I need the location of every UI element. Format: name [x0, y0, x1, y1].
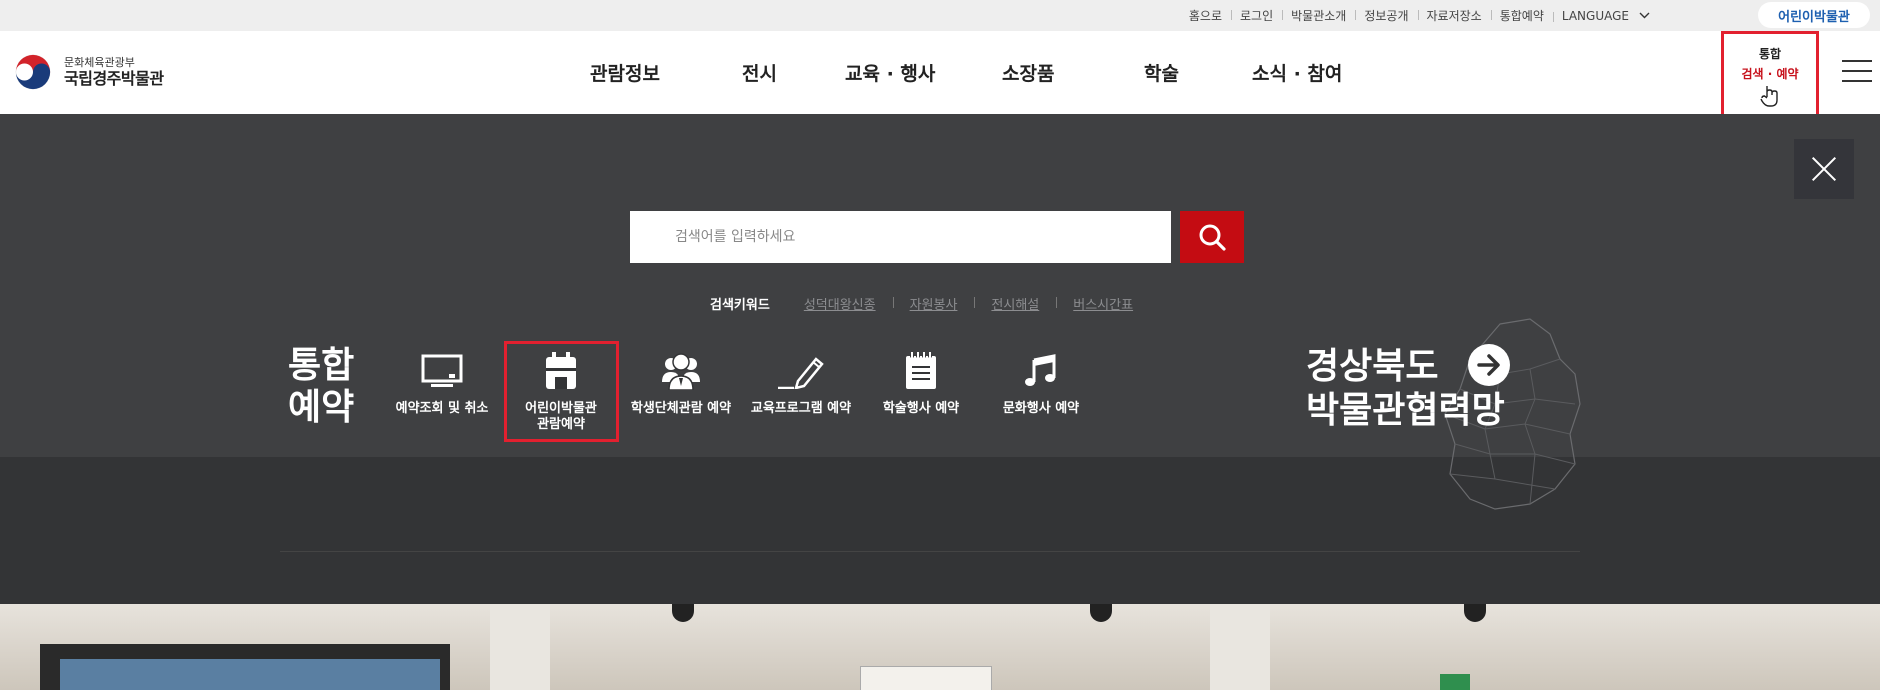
reservation-title: 통합 예약 [288, 344, 378, 428]
util-link-home[interactable]: 홈으로 [1180, 7, 1231, 24]
nav-item-news-participation[interactable]: 소식 · 참여 [1252, 59, 1342, 86]
pointer-hand-icon [1760, 85, 1778, 107]
reservation-item-label: 학생단체관람 예약 [630, 401, 732, 416]
reservation-strip [0, 457, 1880, 604]
music-note-icon [1025, 354, 1056, 386]
arrow-right-circle-icon[interactable] [1468, 344, 1510, 386]
hamburger-menu-icon[interactable] [1842, 60, 1872, 84]
util-link-info-disclosure[interactable]: 정보공개 [1355, 7, 1417, 24]
nav-item-education-events[interactable]: 교육 · 행사 [845, 59, 935, 86]
keyword-link[interactable]: 버스시간표 [1056, 294, 1150, 313]
reservation-title-line2: 예약 [288, 386, 355, 428]
group-people-icon [662, 353, 700, 390]
keyword-link[interactable]: 성덕대왕신종 [804, 294, 893, 313]
main-navigation: 관람정보 전시 교육 · 행사 소장품 학술 소식 · 참여 [0, 31, 1880, 114]
nav-item-research[interactable]: 학술 [1144, 59, 1179, 86]
search-icon [1199, 224, 1226, 251]
reservation-item-student-group[interactable]: 학생단체관람 예약 [625, 351, 737, 417]
keyword-link[interactable]: 자원봉사 [892, 294, 975, 313]
nav-item-visit-info[interactable]: 관람정보 [590, 59, 660, 86]
search-button[interactable] [1180, 211, 1244, 263]
search-overlay: 검색키워드 성덕대왕신종 자원봉사 전시해설 버스시간표 통합 예약 예약조회 … [0, 114, 1880, 604]
kids-museum-button[interactable]: 어린이박물관 [1758, 2, 1870, 28]
search-keywords: 검색키워드 성덕대왕신종 자원봉사 전시해설 버스시간표 [710, 294, 1150, 313]
unified-button-line2: 검색 · 예약 [1741, 66, 1799, 81]
background-photo [0, 604, 1880, 690]
reservation-item-academic-event[interactable]: 학술행사 예약 [865, 351, 977, 417]
reservation-title-line1: 통합 [288, 344, 355, 386]
close-icon[interactable] [1794, 139, 1854, 199]
reservation-item-label: 학술행사 예약 [882, 401, 960, 416]
highlight-box [504, 341, 619, 442]
unified-button-line1: 통합 [1758, 46, 1782, 61]
nav-item-exhibition[interactable]: 전시 [742, 59, 777, 86]
chevron-down-icon [1639, 12, 1650, 19]
network-title-line2: 박물관협력망 [1306, 389, 1505, 431]
reservation-item-label: 문화행사 예약 [1002, 401, 1080, 416]
util-link-reservation[interactable]: 통합예약 [1490, 7, 1553, 24]
reservation-item-lookup-cancel[interactable]: 예약조회 및 취소 [386, 351, 498, 417]
utility-links: 홈으로 로그인 박물관소개 정보공개 자료저장소 통합예약 LANGUAGE [1180, 0, 1650, 31]
reservation-item-cultural-event[interactable]: 문화행사 예약 [985, 351, 1097, 417]
divider-line [280, 551, 1580, 552]
util-link-login[interactable]: 로그인 [1231, 7, 1282, 24]
reservation-item-education-program[interactable]: 교육프로그램 예약 [745, 351, 857, 417]
site-header: 문화체육관광부 국립경주박물관 관람정보 전시 교육 · 행사 소장품 학술 소… [0, 31, 1880, 121]
reservation-item-label: 예약조회 및 취소 [395, 401, 489, 416]
unified-search-reservation-button[interactable]: 통합 검색 · 예약 [1721, 31, 1819, 121]
keywords-title: 검색키워드 [710, 298, 770, 313]
language-selector[interactable]: LANGUAGE [1552, 8, 1650, 23]
nav-item-collection[interactable]: 소장품 [1002, 59, 1054, 86]
util-link-about[interactable]: 박물관소개 [1282, 7, 1355, 24]
search-input[interactable] [630, 211, 1171, 263]
keyword-link[interactable]: 전시해설 [974, 294, 1056, 313]
notepad-icon [906, 352, 936, 389]
monitor-icon [421, 354, 463, 387]
utility-bar: 홈으로 로그인 박물관소개 정보공개 자료저장소 통합예약 LANGUAGE 어… [0, 0, 1880, 31]
reservation-item-label: 교육프로그램 예약 [750, 401, 852, 416]
util-link-archive[interactable]: 자료저장소 [1417, 7, 1491, 24]
language-label: LANGUAGE [1561, 8, 1629, 23]
pencil-icon [778, 357, 824, 389]
